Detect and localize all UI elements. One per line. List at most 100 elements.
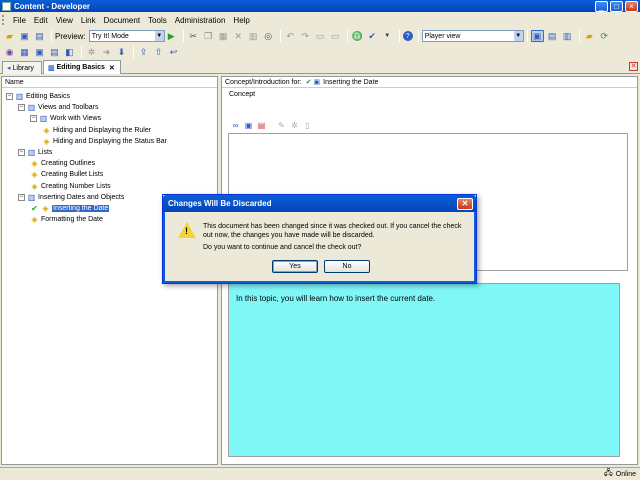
new-book-icon[interactable]: ◉ xyxy=(3,46,16,58)
tree-item-label: Creating Number Lists xyxy=(41,182,111,190)
introduction-editor[interactable]: In this topic, you will learn how to ins… xyxy=(228,283,620,457)
collapse-icon[interactable]: − xyxy=(30,115,37,123)
tree-item[interactable]: ◈ Creating Outlines xyxy=(30,158,95,169)
move-down-icon[interactable]: ▭ xyxy=(329,30,342,42)
arrow-down-icon[interactable]: ⬇ xyxy=(115,46,128,58)
settings-icon[interactable]: ✲ xyxy=(289,120,300,130)
link-icon[interactable]: ∞ xyxy=(230,120,241,130)
undo-icon[interactable]: ↶ xyxy=(284,30,297,42)
link-icon[interactable]: ◧ xyxy=(63,46,76,58)
tree-item[interactable]: − ▥ Editing Basics xyxy=(6,91,70,102)
preview-label: Preview: xyxy=(55,31,86,41)
book-icon: ▥ xyxy=(27,192,36,202)
dialog-close-button[interactable]: ✕ xyxy=(457,197,473,210)
tree-item-label: Hiding and Displaying the Ruler xyxy=(53,126,152,134)
cancel-checkout-icon[interactable]: ↩ xyxy=(167,46,180,58)
cut-icon[interactable]: ✂ xyxy=(187,30,200,42)
title-bar: Content - Developer _ □ × xyxy=(0,0,640,12)
menu-edit[interactable]: Edit xyxy=(30,16,52,25)
refresh-icon[interactable]: ⟳ xyxy=(598,30,611,42)
new-topic-icon[interactable]: ▣ xyxy=(33,46,46,58)
view-mode-select[interactable]: Player view ▼ xyxy=(421,30,524,42)
menu-help[interactable]: Help xyxy=(229,16,253,25)
new-section-icon[interactable]: ▦ xyxy=(18,46,31,58)
tree-item[interactable]: ◈ Creating Number Lists xyxy=(30,181,111,192)
tab-library[interactable]: ◂ Library xyxy=(2,61,42,74)
collapse-icon[interactable]: − xyxy=(18,149,25,156)
spellcheck-icon[interactable]: ✔ xyxy=(366,30,379,42)
tree-item[interactable]: − ▥ Inserting Dates and Objects xyxy=(18,192,124,203)
menu-view[interactable]: View xyxy=(52,16,77,25)
menu-tools[interactable]: Tools xyxy=(144,16,171,25)
yes-button[interactable]: Yes xyxy=(272,260,318,273)
no-button[interactable]: No xyxy=(324,260,370,273)
close-all-tabs-icon[interactable]: ✕ xyxy=(629,62,638,71)
remove-link-icon[interactable]: ▤ xyxy=(256,120,267,130)
menu-link[interactable]: Link xyxy=(77,16,100,25)
save-all-icon[interactable]: ▤ xyxy=(33,30,46,42)
collapse-icon[interactable]: − xyxy=(18,104,25,112)
edit-pencil-icon[interactable]: ✎ xyxy=(276,120,287,130)
topic-icon: ◈ xyxy=(31,159,38,169)
book-icon: ▥ xyxy=(27,103,36,113)
tree-item[interactable]: − ▥ Work with Views xyxy=(30,113,101,124)
concept-toolbar: ∞ ▣ ▤ ✎ ✲ ▯ xyxy=(230,119,315,131)
insert-image-icon[interactable]: ▣ xyxy=(243,120,254,130)
chevron-down-icon: ▼ xyxy=(513,31,523,41)
chevron-down-icon: ▼ xyxy=(154,31,164,41)
book-icon: ▥ xyxy=(39,114,48,124)
tree-item[interactable]: ◈ Hiding and Displaying the Status Bar xyxy=(42,136,167,147)
move-up-icon[interactable]: ▭ xyxy=(314,30,327,42)
tree-item-label: Inserting the Date xyxy=(52,205,110,212)
tree-item[interactable]: − ▥ Lists xyxy=(18,147,52,158)
layout-vertical-icon[interactable]: ▥ xyxy=(561,30,574,42)
secondary-toolbar: ◉ ▦ ▣ ▤ ◧ ✲ ➜ ⬇ ⇪ ⇧ ↩ xyxy=(0,44,640,60)
status-text: Online xyxy=(615,470,636,478)
warning-exclamation: ! xyxy=(185,226,188,236)
tab-editing-basics[interactable]: ▥ Editing Basics ✕ xyxy=(43,60,121,74)
tree-header: Name xyxy=(2,77,217,88)
menu-file[interactable]: File xyxy=(9,16,30,25)
book-icon: ▥ xyxy=(48,64,55,72)
tree-item[interactable]: ◈ Creating Bullet Lists xyxy=(30,169,103,180)
library-icon: ◂ xyxy=(7,65,11,72)
save-icon[interactable]: ▣ xyxy=(18,30,31,42)
record-icon[interactable]: ▤ xyxy=(48,46,61,58)
delete-icon[interactable]: ✕ xyxy=(232,30,245,42)
document-icon[interactable]: ▯ xyxy=(302,120,313,130)
maximize-button[interactable]: □ xyxy=(610,0,623,12)
find-icon[interactable]: ◎ xyxy=(262,30,275,42)
go-icon[interactable]: ▶ xyxy=(165,30,178,42)
dropdown-icon[interactable]: ▼ xyxy=(381,30,394,42)
menu-document[interactable]: Document xyxy=(100,16,144,25)
collapse-icon[interactable]: − xyxy=(18,193,25,201)
publish-icon[interactable]: ▰ xyxy=(583,30,596,42)
minimize-button[interactable]: _ xyxy=(595,0,608,12)
topic-icon: ◈ xyxy=(31,170,38,180)
preview-mode-value: Try It! Mode xyxy=(91,32,129,40)
copy-icon[interactable]: ❐ xyxy=(202,30,215,42)
open-folder-icon[interactable]: ▰ xyxy=(3,30,16,42)
collapse-icon[interactable]: − xyxy=(6,93,13,100)
tree-item[interactable]: ◈ Hiding and Displaying the Ruler xyxy=(42,125,151,136)
preview-mode-select[interactable]: Try It! Mode ▼ xyxy=(88,30,165,42)
layout-horizontal-icon[interactable]: ▤ xyxy=(546,30,559,42)
arrow-right-icon[interactable]: ➜ xyxy=(100,46,113,58)
menu-administration[interactable]: Administration xyxy=(171,16,230,25)
checkout-icon[interactable]: ⇪ xyxy=(137,46,150,58)
checkin-icon[interactable]: ⇧ xyxy=(152,46,165,58)
close-tab-icon[interactable]: ✕ xyxy=(109,64,115,72)
paste-icon[interactable]: ▦ xyxy=(217,30,230,42)
binoculars-icon[interactable]: ♎ xyxy=(351,30,364,42)
settings-icon[interactable]: ✲ xyxy=(85,46,98,58)
tree-item[interactable]: − ▥ Views and Toolbars xyxy=(18,102,98,113)
help-icon[interactable]: ? xyxy=(402,31,413,41)
properties-icon[interactable]: ▥ xyxy=(247,30,260,42)
tree-item[interactable]: ✔ ◈ Inserting the Date xyxy=(30,203,110,214)
topic-icon: ▣ xyxy=(313,79,321,86)
status-bar: 🖧 Online xyxy=(0,467,640,480)
tree-item[interactable]: ◈ Formatting the Date xyxy=(30,214,102,225)
close-window-button[interactable]: × xyxy=(625,0,638,12)
redo-icon[interactable]: ↷ xyxy=(299,30,312,42)
layout-single-icon[interactable]: ▣ xyxy=(530,30,544,42)
